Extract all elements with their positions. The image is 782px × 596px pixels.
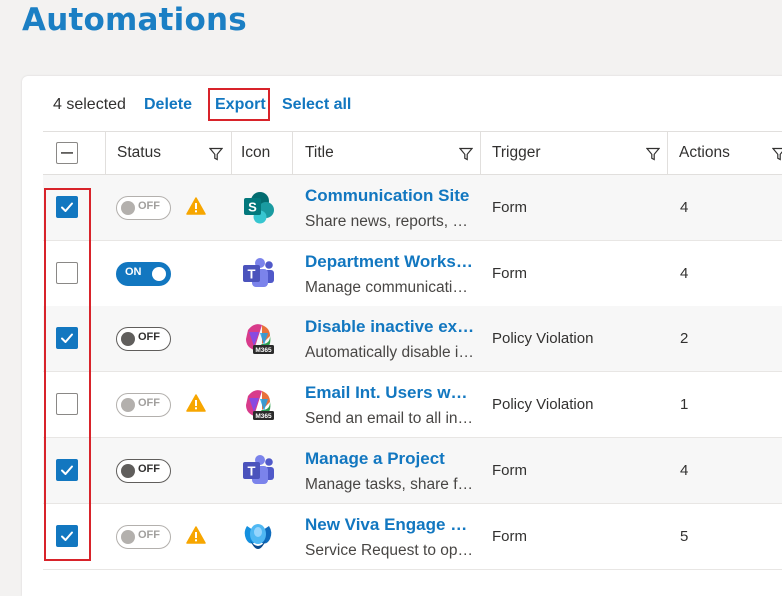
toggle-label: OFF [138,331,160,343]
row-select-checkbox[interactable] [56,262,78,284]
header-icon[interactable]: Icon [232,132,293,174]
viva-engage-icon [244,524,272,549]
automation-actions-count: 4 [680,265,689,282]
automation-trigger: Form [492,199,527,216]
table-row[interactable]: ON T Department Workspace Manage communi… [43,241,782,307]
sharepoint-icon: S [244,192,274,224]
toggle-label: OFF [138,200,160,212]
row-select-checkbox[interactable] [56,393,78,415]
teams-icon: T [243,455,274,484]
page-title: Automations [22,2,247,38]
select-all-button[interactable]: Select all [282,95,351,115]
row-select-checkbox[interactable] [56,459,78,481]
automation-title-link[interactable]: Communication Site [305,186,475,206]
table-row[interactable]: OFF M365 Disable inactive external users… [43,306,782,372]
header-title-label: Title [305,144,334,161]
automations-card: 4 selected Delete Export Select all Stat… [22,76,782,596]
svg-text:M365: M365 [255,347,272,354]
automation-trigger: Form [492,462,527,479]
checkmark-icon [61,202,73,212]
header-status-label: Status [117,144,161,161]
toggle-label: OFF [138,463,160,475]
toggle-label: OFF [138,529,160,541]
checkmark-icon [61,333,73,343]
toggle-knob [121,530,135,544]
table-row[interactable]: OFF S Communication Site Share news, rep… [43,175,782,241]
status-toggle[interactable]: ON [116,262,171,286]
row-select-checkbox[interactable] [56,327,78,349]
svg-text:T: T [248,267,256,282]
table-row[interactable]: OFF New Viva Engage Community Service Re… [43,504,782,570]
toggle-label: OFF [138,397,160,409]
teams-icon: T [243,258,274,287]
svg-text:M365: M365 [255,413,272,420]
automation-description: Service Request to open a community [305,542,475,559]
header-trigger[interactable]: Trigger [481,132,668,174]
automation-trigger: Form [492,528,527,545]
status-toggle[interactable]: OFF [116,459,171,483]
automation-title-link[interactable]: Email Int. Users who are inactive [305,383,475,403]
checkmark-icon [61,465,73,475]
toggle-knob [121,332,135,346]
selected-count: 4 selected [53,96,126,113]
row-select-checkbox[interactable] [56,525,78,547]
checkmark-icon [61,531,73,541]
automation-actions-count: 4 [680,462,689,479]
automation-actions-count: 4 [680,199,689,216]
toggle-knob [152,267,166,281]
toggle-label: ON [125,266,142,278]
header-trigger-label: Trigger [492,144,541,161]
automation-title-link[interactable]: New Viva Engage Community [305,515,475,535]
automation-description: Manage communication and collaboration [305,279,475,296]
select-all-checkbox[interactable] [56,142,78,164]
selection-toolbar: 4 selected Delete Export Select all [22,76,782,132]
table-header: Status Icon Title Trigger Actions [43,131,782,175]
automation-trigger: Form [492,265,527,282]
toggle-knob [121,464,135,478]
warning-icon [186,197,206,215]
header-title[interactable]: Title [293,132,481,174]
delete-button[interactable]: Delete [144,95,192,115]
filter-icon[interactable] [209,147,223,161]
warning-icon [186,526,206,544]
filter-icon[interactable] [772,147,782,161]
status-toggle[interactable]: OFF [116,196,171,220]
table-row[interactable]: OFF T Manage a Project Manage tasks, sha… [43,438,782,504]
svg-text:T: T [248,464,256,479]
warning-icon [186,394,206,412]
header-actions-label: Actions [679,144,730,161]
export-button[interactable]: Export [215,95,266,115]
header-select-cell [43,132,106,174]
automation-actions-count: 1 [680,396,689,413]
automation-description: Send an email to all inactive users [305,410,475,427]
status-toggle[interactable]: OFF [116,393,171,417]
automation-actions-count: 2 [680,330,689,347]
automation-description: Manage tasks, share files and more [305,476,475,493]
status-toggle[interactable]: OFF [116,327,171,351]
filter-icon[interactable] [459,147,473,161]
status-toggle[interactable]: OFF [116,525,171,549]
toggle-knob [121,201,135,215]
header-actions[interactable]: Actions [668,132,782,174]
automation-title-link[interactable]: Disable inactive external users [305,317,475,337]
header-icon-label: Icon [241,144,271,161]
automation-description: Share news, reports, status and more [305,213,475,230]
automation-trigger: Policy Violation [492,330,594,347]
table-row[interactable]: OFF M365 Email Int. Users who are inacti… [43,372,782,438]
filter-icon[interactable] [646,147,660,161]
microsoft-365-icon: M365 [246,324,274,354]
automation-description: Automatically disable inactive guests [305,344,475,361]
indeterminate-icon [61,152,73,154]
microsoft-365-icon: M365 [246,390,274,420]
automation-actions-count: 5 [680,528,689,545]
row-select-checkbox[interactable] [56,196,78,218]
header-status[interactable]: Status [106,132,232,174]
toggle-knob [121,398,135,412]
svg-text:S: S [248,200,257,215]
automation-trigger: Policy Violation [492,396,594,413]
automation-title-link[interactable]: Department Workspace [305,252,475,272]
automation-title-link[interactable]: Manage a Project [305,449,475,469]
